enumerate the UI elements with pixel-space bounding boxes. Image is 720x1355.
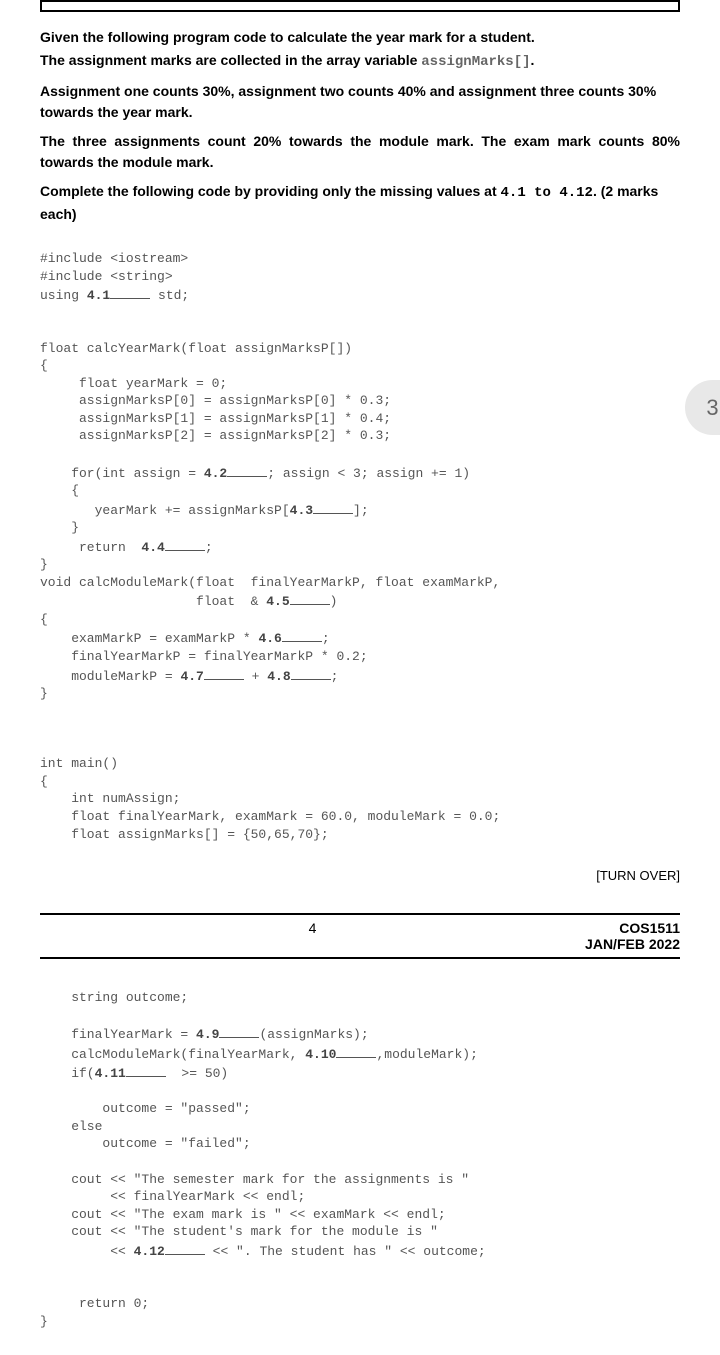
code-block-2: string outcome; finalYearMark = 4.9(assi… <box>40 989 680 1330</box>
code-block-1: #include <iostream> #include <string> us… <box>40 250 680 843</box>
intro-p4: Complete the following code by providing… <box>40 181 680 225</box>
page-footer: 4 COS1511 JAN/FEB 2022 <box>40 913 680 959</box>
intro-p1a: Given the following program code to calc… <box>40 27 680 48</box>
question-intro: Given the following program code to calc… <box>40 27 680 225</box>
intro-p2: Assignment one counts 30%, assignment tw… <box>40 81 680 123</box>
footer-page-number: 4 <box>309 920 317 952</box>
footer-right: COS1511 JAN/FEB 2022 <box>585 920 680 952</box>
intro-p1b: The assignment marks are collected in th… <box>40 50 680 73</box>
page-tab-badge: 3 <box>685 380 720 435</box>
turn-over-label: [TURN OVER] <box>40 868 680 883</box>
intro-p3: The three assignments count 20% towards … <box>40 131 680 173</box>
top-border <box>40 0 680 12</box>
